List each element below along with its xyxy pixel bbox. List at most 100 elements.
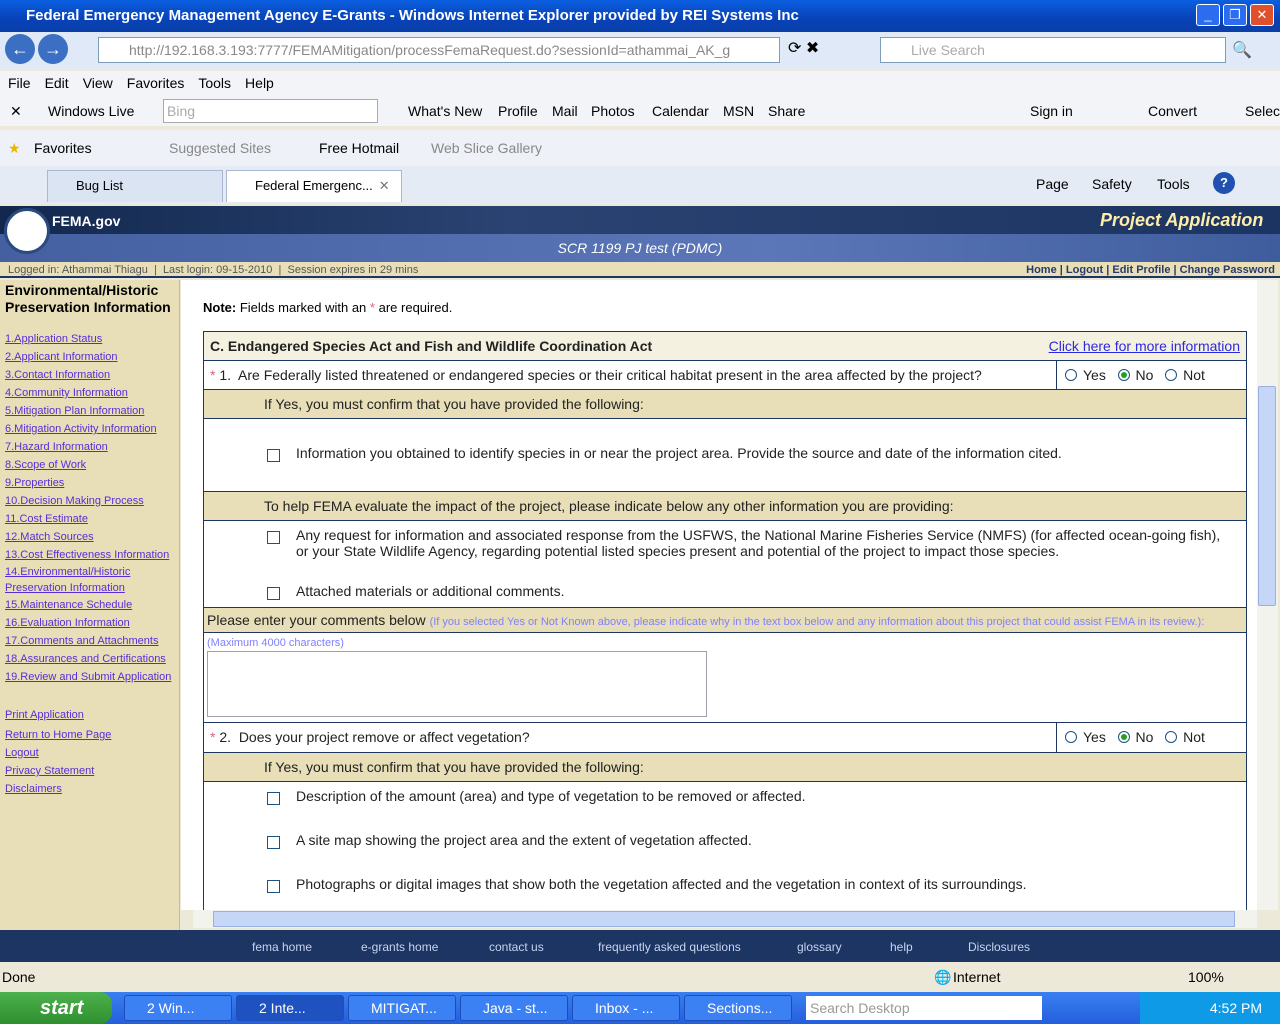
zoom-level[interactable]: 100% bbox=[1188, 964, 1224, 990]
share-link[interactable]: Share bbox=[768, 96, 805, 126]
menu-file[interactable]: File bbox=[8, 75, 31, 91]
sidebar-item[interactable]: 19.Review and Submit Application bbox=[0, 668, 179, 686]
sidebar-item[interactable]: 9.Properties bbox=[0, 474, 179, 492]
sidebar-item[interactable]: 12.Match Sources bbox=[0, 528, 179, 546]
more-info-link[interactable]: Click here for more information bbox=[1049, 332, 1240, 360]
sidebar-item[interactable]: 8.Scope of Work bbox=[0, 456, 179, 474]
taskbar-item[interactable]: MITIGAT... bbox=[348, 995, 456, 1021]
q1-item-checkbox[interactable] bbox=[267, 449, 280, 462]
footer-contact-us[interactable]: contact us bbox=[489, 940, 544, 954]
tools-menu[interactable]: Tools bbox=[1157, 176, 1190, 192]
photos-link[interactable]: Photos bbox=[591, 96, 635, 126]
fema-logo-text[interactable]: FEMA.gov bbox=[52, 213, 120, 229]
sidebar-item[interactable]: 2.Applicant Information bbox=[0, 348, 179, 366]
footer-egrants-home[interactable]: e-grants home bbox=[361, 940, 438, 954]
menu-edit[interactable]: Edit bbox=[45, 75, 69, 91]
scroll-thumb[interactable] bbox=[1258, 386, 1276, 606]
other-item-checkbox[interactable] bbox=[267, 531, 280, 544]
change-password-link[interactable]: Change Password bbox=[1180, 264, 1275, 276]
footer-help[interactable]: help bbox=[890, 940, 913, 954]
msn-link[interactable]: MSN bbox=[723, 96, 754, 126]
windows-live-brand[interactable]: Windows Live bbox=[48, 96, 134, 126]
sidebar-item[interactable]: 6.Mitigation Activity Information bbox=[0, 420, 179, 438]
close-toolbar-icon[interactable]: ✕ bbox=[10, 96, 22, 126]
close-tab-icon[interactable]: ✕ bbox=[379, 178, 390, 193]
sidebar-item[interactable]: 3.Contact Information bbox=[0, 366, 179, 384]
convert-button[interactable]: Convert bbox=[1148, 96, 1197, 126]
q2-item-checkbox[interactable] bbox=[267, 880, 280, 893]
bing-search-input[interactable]: Bing bbox=[163, 99, 378, 123]
back-button[interactable]: ← bbox=[5, 34, 35, 64]
sign-in-link[interactable]: Sign in bbox=[1030, 96, 1073, 126]
logout-link[interactable]: Logout bbox=[1066, 264, 1103, 276]
q2-radio-not-known[interactable] bbox=[1165, 731, 1178, 743]
taskbar-item[interactable]: Inbox - ... bbox=[572, 995, 680, 1021]
menu-view[interactable]: View bbox=[83, 75, 113, 91]
sidebar-item[interactable]: 4.Community Information bbox=[0, 384, 179, 402]
sidebar-item[interactable]: 14.Environmental/Historic Preservation I… bbox=[0, 564, 179, 596]
edit-profile-link[interactable]: Edit Profile bbox=[1112, 264, 1170, 276]
q1-radio-no[interactable] bbox=[1117, 369, 1130, 381]
taskbar-item[interactable]: 2 Inte... bbox=[236, 995, 344, 1021]
free-hotmail-link[interactable]: Free Hotmail bbox=[319, 130, 399, 166]
sidebar-item[interactable]: 7.Hazard Information bbox=[0, 438, 179, 456]
select-button[interactable]: Select bbox=[1245, 96, 1280, 126]
sidebar-item[interactable]: 18.Assurances and Certifications bbox=[0, 650, 179, 668]
q1-radio-not-known[interactable] bbox=[1165, 369, 1178, 381]
close-button[interactable]: ✕ bbox=[1250, 4, 1274, 26]
desktop-search-input[interactable]: Search Desktop bbox=[806, 996, 1042, 1020]
suggested-sites-link[interactable]: Suggested Sites bbox=[169, 130, 271, 166]
calendar-link[interactable]: Calendar bbox=[652, 96, 709, 126]
q2-radio-yes[interactable] bbox=[1065, 731, 1077, 743]
live-search-input[interactable]: Live Search bbox=[880, 37, 1226, 63]
footer-glossary[interactable]: glossary bbox=[797, 940, 842, 954]
refresh-icon[interactable]: ⟳ ✖ bbox=[788, 38, 819, 58]
sidebar-item[interactable]: 13.Cost Effectiveness Information bbox=[0, 546, 179, 564]
maximize-button[interactable]: ❐ bbox=[1223, 4, 1247, 26]
sidebar-item[interactable]: 17.Comments and Attachments bbox=[0, 632, 179, 650]
start-button[interactable]: start bbox=[0, 992, 112, 1024]
q2-radio-no[interactable] bbox=[1117, 731, 1130, 743]
menu-help[interactable]: Help bbox=[245, 75, 274, 91]
home-link[interactable]: Home bbox=[1026, 264, 1057, 276]
footer-disclosures[interactable]: Disclosures bbox=[968, 940, 1030, 954]
sidebar-item[interactable]: 11.Cost Estimate bbox=[0, 510, 179, 528]
safety-menu[interactable]: Safety bbox=[1092, 176, 1132, 192]
taskbar-item[interactable]: Java - st... bbox=[460, 995, 568, 1021]
forward-button[interactable]: → bbox=[38, 34, 68, 64]
url-input[interactable]: http://192.168.3.193:7777/FEMAMitigation… bbox=[98, 37, 780, 63]
taskbar-item[interactable]: Sections... bbox=[684, 995, 792, 1021]
vertical-scrollbar[interactable] bbox=[1257, 280, 1278, 910]
sidebar-item[interactable]: 10.Decision Making Process bbox=[0, 492, 179, 510]
menu-favorites[interactable]: Favorites bbox=[127, 75, 185, 91]
sidebar-item[interactable]: 16.Evaluation Information bbox=[0, 614, 179, 632]
q1-radio-yes[interactable] bbox=[1065, 369, 1077, 381]
sidebar-item[interactable]: 5.Mitigation Plan Information bbox=[0, 402, 179, 420]
profile-link[interactable]: Profile bbox=[498, 96, 538, 126]
sidebar-item[interactable]: 15.Maintenance Schedule bbox=[0, 596, 179, 614]
whats-new-link[interactable]: What's New bbox=[408, 96, 482, 126]
taskbar-item[interactable]: 2 Win... bbox=[124, 995, 232, 1021]
sidebar-link[interactable]: Return to Home Page bbox=[0, 726, 179, 744]
q2-item-checkbox[interactable] bbox=[267, 836, 280, 849]
other-item-checkbox[interactable] bbox=[267, 587, 280, 600]
sidebar-item[interactable]: 1.Application Status bbox=[0, 330, 179, 348]
minimize-button[interactable]: _ bbox=[1196, 4, 1220, 26]
tab-bug-list[interactable]: Bug List bbox=[47, 170, 223, 202]
help-icon[interactable]: ? bbox=[1213, 172, 1235, 194]
sidebar-link[interactable]: Privacy Statement bbox=[0, 762, 179, 780]
search-icon[interactable]: 🔍 bbox=[1232, 40, 1252, 60]
q2-item-checkbox[interactable] bbox=[267, 792, 280, 805]
footer-faq[interactable]: frequently asked questions bbox=[598, 940, 741, 954]
sidebar-link[interactable]: Disclaimers bbox=[0, 780, 179, 798]
sidebar-link[interactable]: Print Application bbox=[0, 706, 179, 724]
sidebar-link[interactable]: Logout bbox=[0, 744, 179, 762]
scroll-thumb[interactable] bbox=[213, 911, 1235, 927]
web-slice-gallery-link[interactable]: Web Slice Gallery bbox=[431, 130, 542, 166]
footer-fema-home[interactable]: fema home bbox=[252, 940, 312, 954]
page-menu[interactable]: Page bbox=[1036, 176, 1069, 192]
tab-federal-emergency[interactable]: Federal Emergenc... ✕ bbox=[226, 170, 402, 202]
comments-textarea[interactable] bbox=[207, 651, 707, 717]
menu-tools[interactable]: Tools bbox=[198, 75, 231, 91]
mail-link[interactable]: Mail bbox=[552, 96, 578, 126]
